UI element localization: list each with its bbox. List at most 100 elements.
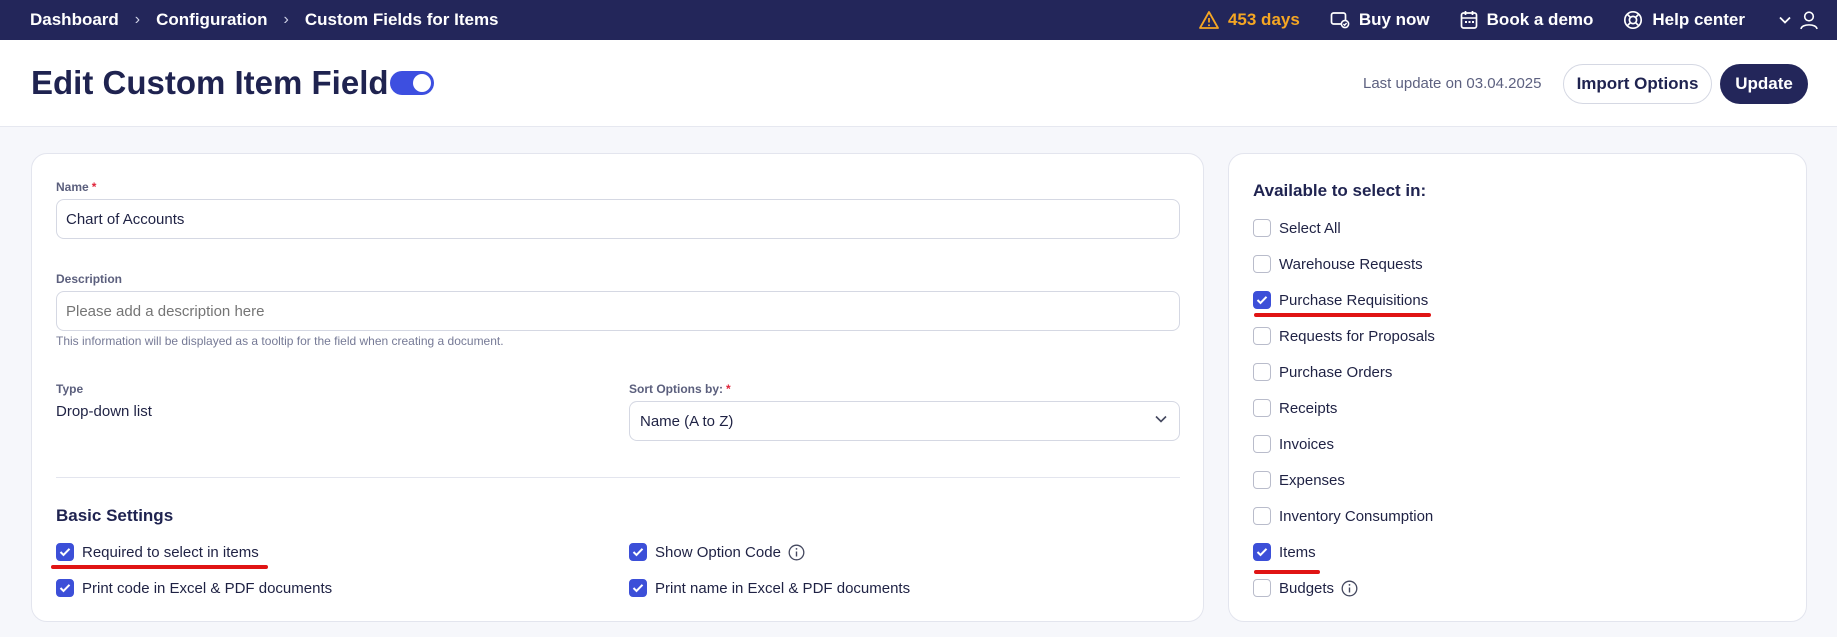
checkbox-unchecked[interactable] [1253, 435, 1271, 453]
chevron-right-icon: › [283, 11, 289, 28]
import-options-button[interactable]: Import Options [1563, 64, 1712, 104]
field-active-toggle[interactable] [390, 71, 434, 95]
trial-warning[interactable]: 453 days [1199, 10, 1300, 30]
page-title: Edit Custom Item Field [31, 64, 389, 101]
annotation-underline [51, 565, 268, 569]
checkbox-unchecked[interactable] [1253, 471, 1271, 489]
top-actions: 453 days Buy now Book a demo Help center [1199, 0, 1819, 40]
checkmark-icon [1256, 296, 1268, 305]
checkbox-label: Warehouse Requests [1279, 255, 1423, 273]
checkbox-unchecked[interactable] [1253, 399, 1271, 417]
breadcrumb-current: Custom Fields for Items [304, 10, 499, 29]
user-menu[interactable] [1771, 10, 1819, 30]
type-label: Type [56, 382, 84, 396]
section-divider [56, 477, 1180, 478]
checkbox-checked[interactable] [629, 543, 647, 561]
user-icon [1800, 11, 1818, 30]
trial-days-text: 453 days [1227, 10, 1300, 29]
checkmark-icon [632, 548, 644, 557]
help-center-link[interactable]: Help center [1623, 10, 1745, 30]
help-center-label: Help center [1652, 10, 1745, 29]
book-demo-label: Book a demo [1486, 10, 1594, 29]
toggle-knob [413, 74, 431, 92]
available-option[interactable]: Inventory Consumption [1253, 507, 1433, 525]
checkbox-label: Purchase Requisitions [1279, 291, 1429, 309]
checkbox-label: Receipts [1279, 399, 1338, 417]
print-code-checkbox[interactable]: Print code in Excel & PDF documents [56, 579, 332, 597]
lifebuoy-icon [1624, 10, 1643, 30]
breadcrumb-configuration[interactable]: Configuration [156, 10, 267, 30]
checkbox-label: Required to select in items [82, 543, 259, 561]
info-icon[interactable] [1341, 580, 1358, 597]
sort-options-value: Name (A to Z) [640, 412, 734, 430]
warning-icon [1199, 11, 1219, 29]
type-value: Drop-down list [56, 403, 152, 420]
description-label: Description [56, 272, 123, 286]
checkmark-icon [59, 548, 71, 557]
checkbox-label: Items [1279, 543, 1316, 561]
basic-settings-title: Basic Settings [56, 506, 174, 525]
checkbox-checked[interactable] [629, 579, 647, 597]
print-name-checkbox[interactable]: Print name in Excel & PDF documents [629, 579, 910, 597]
checkbox-label: Expenses [1279, 471, 1345, 489]
required-in-items-checkbox[interactable]: Required to select in items [56, 543, 259, 561]
chevron-down-icon [1155, 415, 1167, 423]
chevron-right-icon: › [134, 11, 141, 28]
name-input[interactable] [56, 199, 1180, 239]
checkbox-unchecked[interactable] [1253, 507, 1271, 525]
description-input[interactable] [56, 291, 1180, 331]
available-option[interactable]: Requests for Proposals [1253, 327, 1435, 345]
available-option[interactable]: Receipts [1253, 399, 1337, 417]
checkmark-icon [632, 584, 644, 593]
available-option[interactable]: Items [1253, 543, 1316, 561]
buy-now-link[interactable]: Buy now [1330, 10, 1430, 30]
checkmark-icon [59, 584, 71, 593]
checkbox-unchecked[interactable] [1253, 219, 1271, 237]
breadcrumb-dashboard[interactable]: Dashboard [30, 10, 119, 30]
checkbox-unchecked[interactable] [1253, 255, 1271, 273]
available-option[interactable]: Select All [1253, 219, 1341, 237]
breadcrumb: Dashboard › Configuration › Custom Field… [30, 0, 499, 40]
top-navigation-bar: Dashboard › Configuration › Custom Field… [0, 0, 1837, 40]
name-label: Name * [56, 180, 97, 194]
description-hint: This information will be displayed as a … [56, 334, 504, 348]
available-title: Available to select in: [1253, 181, 1427, 200]
checkbox-label: Budgets [1279, 579, 1335, 597]
checkbox-unchecked[interactable] [1253, 579, 1271, 597]
checkbox-unchecked[interactable] [1253, 363, 1271, 381]
checkbox-checked[interactable] [1253, 291, 1271, 309]
available-option[interactable]: Purchase Requisitions [1253, 291, 1428, 309]
show-option-code-checkbox[interactable]: Show Option Code [629, 543, 805, 561]
checkbox-unchecked[interactable] [1253, 327, 1271, 345]
available-option[interactable]: Expenses [1253, 471, 1345, 489]
page-header: Edit Custom Item Field Last update on 03… [0, 40, 1837, 127]
checkbox-checked[interactable] [56, 543, 74, 561]
chevron-down-icon [1779, 16, 1791, 24]
update-button[interactable]: Update [1720, 64, 1808, 104]
book-demo-link[interactable]: Book a demo [1460, 10, 1594, 30]
last-update-text: Last update on 03.04.2025 [1363, 75, 1542, 92]
available-option[interactable]: Warehouse Requests [1253, 255, 1423, 273]
available-option[interactable]: Purchase Orders [1253, 363, 1392, 381]
checkbox-label: Invoices [1279, 435, 1335, 453]
checkbox-label: Purchase Orders [1279, 363, 1393, 381]
sort-options-label: Sort Options by: * [629, 382, 731, 396]
checkbox-label: Show Option Code [655, 543, 781, 561]
field-settings-card: Name* Description This information will … [31, 153, 1204, 622]
buy-now-label: Buy now [1358, 10, 1430, 29]
checkbox-checked[interactable] [56, 579, 74, 597]
checkbox-label: Requests for Proposals [1279, 327, 1435, 345]
available-option[interactable]: Invoices [1253, 435, 1334, 453]
annotation-underline [1254, 570, 1320, 574]
checkbox-label: Print code in Excel & PDF documents [82, 579, 333, 597]
available-option[interactable]: Budgets [1253, 579, 1358, 597]
cart-icon [1330, 12, 1350, 29]
checkbox-checked[interactable] [1253, 543, 1271, 561]
sort-options-select[interactable]: Name (A to Z) [629, 401, 1180, 441]
checkmark-icon [1256, 548, 1268, 557]
info-icon[interactable] [788, 544, 805, 561]
annotation-underline [1254, 313, 1431, 317]
checkbox-label: Inventory Consumption [1279, 507, 1434, 525]
checkbox-label: Print name in Excel & PDF documents [655, 579, 911, 597]
calendar-icon [1460, 11, 1478, 29]
